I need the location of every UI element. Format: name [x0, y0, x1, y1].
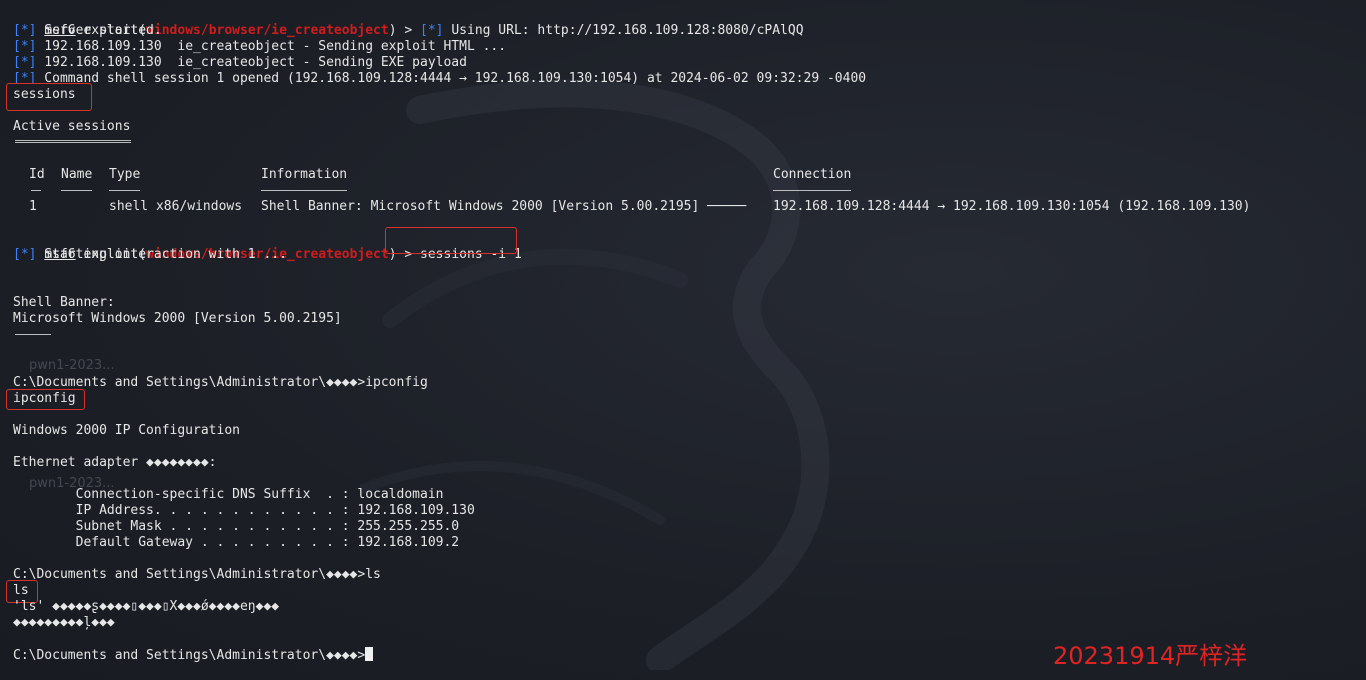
table-cell-information: Shell Banner: Microsoft Windows 2000 [Ve…	[261, 199, 747, 214]
subnet-mask: Subnet Mask . . . . . . . . . . . : 255.…	[13, 519, 460, 534]
final-prompt-line[interactable]: C:\Documents and Settings\Administrator\…	[13, 647, 374, 663]
ipconfig-title: Windows 2000 IP Configuration	[13, 423, 240, 438]
heading-underline	[15, 140, 131, 143]
status-tag: [*]	[420, 23, 444, 38]
shell-banner-text: Microsoft Windows 2000 [Version 5.00.219…	[13, 311, 342, 326]
text-cursor	[365, 647, 374, 661]
error-output: 'ls' ◆◆◆◆◆ʂ◆◆◆◆▯◆◆◆▯X◆◆◆ǿ◆◆◆◆eŋ◆◆◆	[13, 599, 280, 614]
terminal-line: [*] Server started.	[13, 23, 162, 39]
table-rule	[31, 190, 41, 191]
active-sessions-heading: Active sessions	[13, 119, 131, 134]
status-tag: [*]	[13, 23, 37, 38]
status-text: 192.168.109.130 ie_createobject - Sendin…	[36, 55, 467, 70]
shell-banner-label: Shell Banner:	[13, 295, 115, 310]
terminal-line: [*] Command shell session 1 opened (192.…	[13, 71, 866, 87]
author-watermark: 20231914严梓洋	[1053, 642, 1248, 670]
table-cell-id: 1	[29, 199, 37, 214]
module-name: windows/browser/ie_createobject	[146, 23, 389, 38]
table-header-connection: Connection	[773, 167, 852, 182]
table-header-information: Information	[261, 167, 348, 182]
highlight-box	[6, 389, 85, 410]
table-rule	[261, 190, 347, 191]
status-text: Starting interaction with 1 ...	[36, 247, 287, 262]
cmd-prompt-line: C:\Documents and Settings\Administrator\…	[13, 567, 381, 582]
banner-rule	[15, 334, 51, 335]
prompt-arrow: >	[396, 23, 421, 38]
ethernet-adapter: Ethernet adapter ◆◆◆◆◆◆◆◆:	[13, 455, 217, 470]
table-rule	[773, 190, 851, 191]
terminal-line: [*] 192.168.109.130 ie_createobject - Se…	[13, 39, 506, 55]
table-header-id: Id	[29, 167, 45, 182]
final-prompt: C:\Documents and Settings\Administrator\…	[13, 648, 366, 663]
status-text: Server started.	[36, 23, 162, 38]
table-rule	[109, 190, 140, 191]
status-text: Using URL: http://192.168.109.128:8080/c…	[443, 23, 804, 38]
terminal-line: [*] Starting interaction with 1 ...	[13, 247, 287, 263]
dns-suffix: Connection-specific DNS Suffix . : local…	[13, 487, 444, 502]
table-header-type: Type	[109, 167, 141, 182]
table-cell-type: shell x86/windows	[109, 199, 243, 214]
table-rule	[61, 190, 92, 191]
terminal-line: msf6 exploit(windows/browser/ie_createob…	[13, 7, 803, 38]
status-text: 192.168.109.130 ie_createobject - Sendin…	[36, 39, 507, 54]
desktop-icon-label: pwn1-2023...	[29, 358, 115, 373]
kali-dragon-watermark	[360, 79, 830, 670]
status-tag: [*]	[13, 39, 37, 54]
default-gateway: Default Gateway . . . . . . . . . : 192.…	[13, 535, 460, 550]
status-text: Command shell session 1 opened (192.168.…	[36, 71, 867, 86]
highlight-box	[6, 83, 92, 111]
terminal-window[interactable]: pwn1-2023... pwn1-2023... msf6 exploit(w…	[0, 0, 1366, 680]
table-header-name: Name	[61, 167, 93, 182]
status-tag: [*]	[13, 247, 37, 262]
status-tag: [*]	[13, 55, 37, 70]
table-cell-connection: 192.168.109.128:4444 → 192.168.109.130:1…	[773, 199, 1251, 214]
error-output: ◆◆◆◆◆◆◆◆◆ļ◆◆◆	[13, 615, 115, 630]
terminal-line: [*] 192.168.109.130 ie_createobject - Se…	[13, 55, 467, 71]
ip-address: IP Address. . . . . . . . . . . . : 192.…	[13, 503, 475, 518]
highlight-box	[385, 227, 517, 254]
prompt-close: )	[388, 23, 397, 38]
